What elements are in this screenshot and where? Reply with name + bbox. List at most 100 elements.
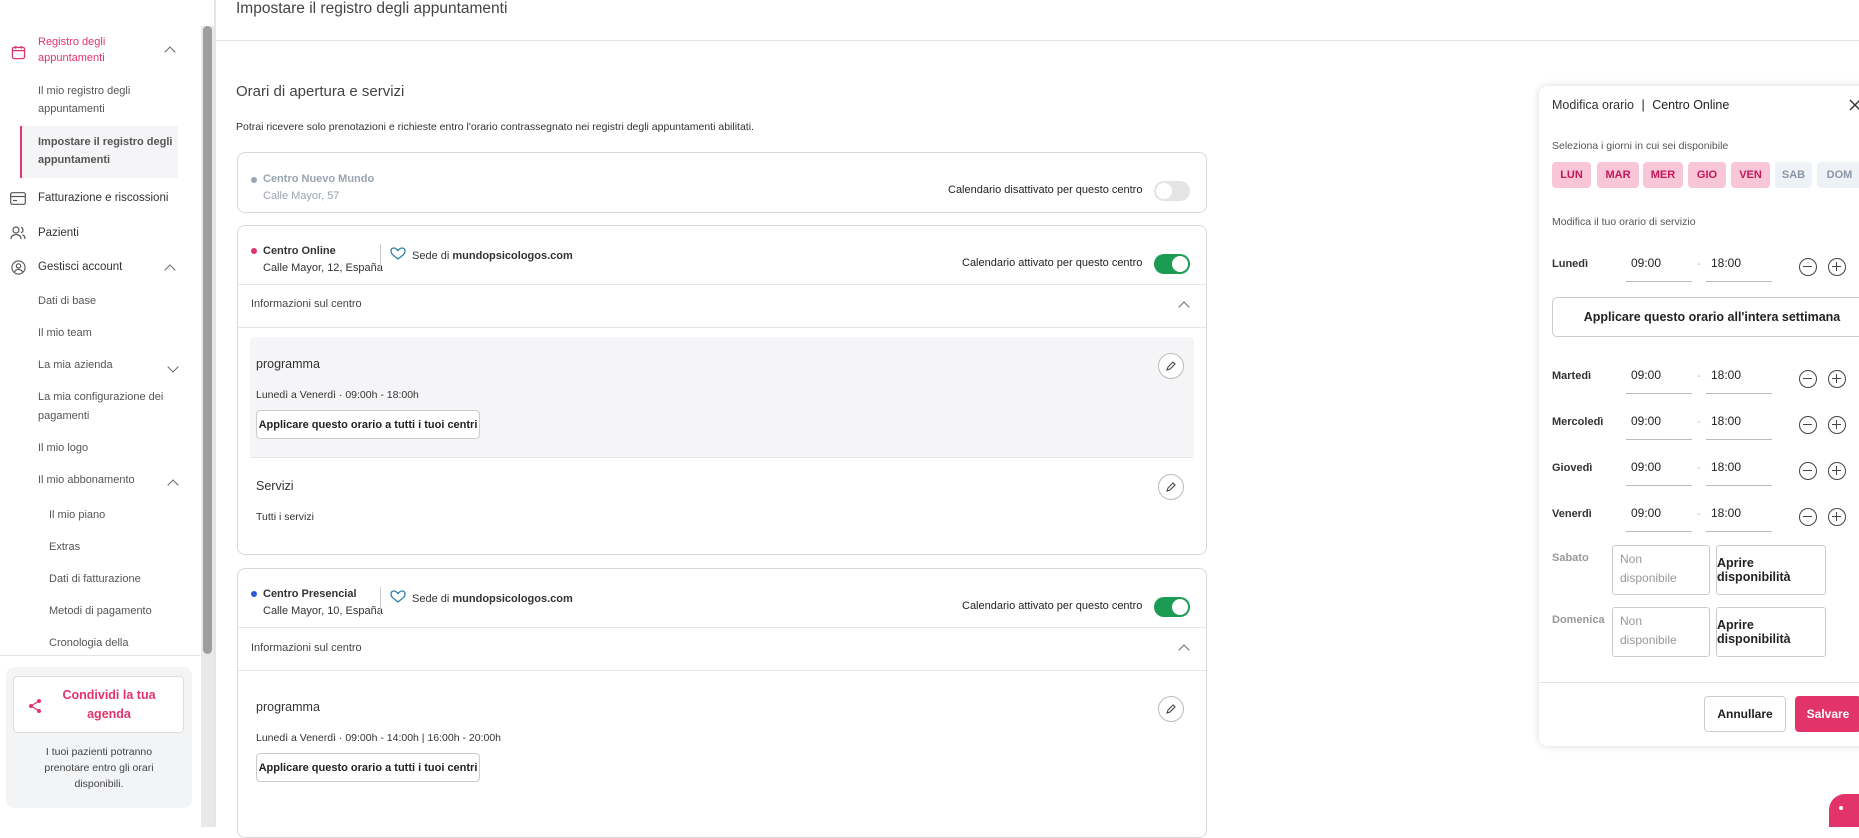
- sidebar-item-dati-fatturazione[interactable]: Dati di fatturazione: [49, 573, 141, 585]
- sidebar-item-extras[interactable]: Extras: [49, 541, 80, 553]
- sidebar-item-team[interactable]: Il mio team: [38, 324, 92, 343]
- save-button[interactable]: Salvare: [1795, 696, 1859, 732]
- sidebar-item-azienda[interactable]: La mia azienda: [38, 356, 113, 375]
- sidebar-item-impostare[interactable]: Impostare il registro degli appuntamenti: [38, 133, 172, 169]
- apply-week-button[interactable]: Applicare questo orario all'intera setti…: [1552, 297, 1859, 337]
- time-from-input[interactable]: 09:00: [1626, 408, 1692, 440]
- sidebar: Registro degli appuntamenti Il mio regis…: [0, 0, 200, 827]
- edit-button[interactable]: [1158, 696, 1184, 722]
- not-available-text: Non: [1620, 552, 1643, 566]
- apply-all-centers-button[interactable]: Applicare questo orario a tutti i tuoi c…: [256, 410, 480, 439]
- chat-widget-button[interactable]: [1829, 794, 1859, 827]
- share-agenda-button[interactable]: Condividi la tua agenda: [13, 676, 184, 733]
- sidebar-item-label: Gestisci account: [38, 260, 123, 273]
- chevron-down-icon[interactable]: [167, 361, 179, 373]
- time-to-input[interactable]: 18:00: [1706, 408, 1772, 440]
- programma-title: programma: [256, 357, 320, 371]
- apply-all-centers-button[interactable]: Applicare questo orario a tutti i tuoi c…: [256, 753, 480, 782]
- cancel-button[interactable]: Annullare: [1704, 696, 1786, 732]
- remove-circle-icon[interactable]: [1799, 370, 1817, 388]
- panel-title-text: Modifica orario: [1552, 98, 1634, 112]
- day-chip-sab[interactable]: SAB: [1775, 162, 1812, 188]
- time-to-input[interactable]: 18:00: [1706, 454, 1772, 486]
- status-dot: [251, 177, 257, 183]
- day-chip-mar[interactable]: MAR: [1597, 162, 1639, 188]
- status-dot: [251, 248, 257, 254]
- add-circle-icon[interactable]: [1828, 370, 1846, 388]
- calendar-toggle[interactable]: [1154, 181, 1190, 201]
- sidebar-item-label: appuntamenti: [38, 154, 111, 166]
- sidebar-item-pazienti[interactable]: Pazienti: [0, 223, 190, 243]
- programma-hours: Lunedì a Venerdì · 09:00h - 18:00h: [256, 389, 419, 401]
- share-label: Condividi la tua: [62, 688, 156, 702]
- remove-circle-icon[interactable]: [1799, 258, 1817, 276]
- close-icon[interactable]: [1849, 99, 1859, 114]
- time-to-input[interactable]: 18:00: [1706, 362, 1772, 394]
- sidebar-item-logo[interactable]: Il mio logo: [38, 439, 88, 458]
- remove-circle-icon[interactable]: [1799, 416, 1817, 434]
- sede-prefix: Sede di: [412, 593, 453, 605]
- time-separator: -: [1697, 508, 1701, 520]
- sidebar-item-gestisci[interactable]: Gestisci account: [0, 257, 190, 277]
- edit-button[interactable]: [1158, 474, 1184, 500]
- day-label: Venerdì: [1552, 508, 1592, 520]
- servizi-title: Servizi: [256, 479, 294, 493]
- day-chip-ven[interactable]: VEN: [1731, 162, 1770, 188]
- add-circle-icon[interactable]: [1828, 508, 1846, 526]
- center-name: Centro Nuevo Mundo: [263, 173, 375, 185]
- chevron-up-icon[interactable]: [1178, 301, 1190, 313]
- sidebar-item-label: La mia configurazione dei: [38, 391, 164, 403]
- calendar-toggle[interactable]: [1154, 254, 1190, 274]
- sidebar-item-dati-base[interactable]: Dati di base: [38, 292, 96, 311]
- day-label: Lunedì: [1552, 258, 1589, 270]
- open-availability-button[interactable]: Aprire disponibilità: [1716, 607, 1826, 657]
- divider: [1539, 682, 1859, 683]
- remove-circle-icon[interactable]: [1799, 508, 1817, 526]
- time-from-input[interactable]: 09:00: [1626, 250, 1692, 282]
- pencil-icon: [1166, 361, 1176, 371]
- sidebar-item-piano[interactable]: Il mio piano: [49, 509, 105, 521]
- programma-title: programma: [256, 700, 320, 714]
- status-dot: [251, 591, 257, 597]
- time-from-input[interactable]: 09:00: [1626, 362, 1692, 394]
- add-circle-icon[interactable]: [1828, 462, 1846, 480]
- time-separator: -: [1697, 462, 1701, 474]
- sidebar-item-mio-registro[interactable]: Il mio registro degli appuntamenti: [38, 82, 130, 118]
- open-availability-button[interactable]: Aprire disponibilità: [1716, 545, 1826, 595]
- butterfly-logo-icon: [390, 247, 406, 264]
- sidebar-item-metodi[interactable]: Metodi di pagamento: [49, 605, 152, 617]
- calendar-status: Calendario attivato per questo centro: [962, 257, 1143, 269]
- day-chip-gio[interactable]: GIO: [1688, 162, 1726, 188]
- calendar-toggle[interactable]: [1154, 597, 1190, 617]
- pencil-icon: [1166, 704, 1176, 714]
- section-description: Potrai ricevere solo prenotazioni e rich…: [236, 121, 754, 133]
- hours-value: 09:00h - 18:00h: [345, 389, 419, 401]
- time-from-input[interactable]: 09:00: [1626, 454, 1692, 486]
- sidebar-item-registro[interactable]: Registro degli appuntamenti: [0, 34, 190, 70]
- not-available-field: Non disponibile: [1612, 545, 1710, 595]
- add-circle-icon[interactable]: [1828, 416, 1846, 434]
- edit-button[interactable]: [1158, 353, 1184, 379]
- panel-title: Modifica orario | Centro Online: [1552, 98, 1729, 112]
- chevron-up-icon[interactable]: [167, 479, 179, 491]
- time-to-input[interactable]: 18:00: [1706, 500, 1772, 532]
- sidebar-item-config-pagamenti[interactable]: La mia configurazione dei pagamenti: [38, 388, 163, 426]
- day-chip-mer[interactable]: MER: [1643, 162, 1683, 188]
- scrollbar-thumb[interactable]: [203, 26, 212, 654]
- time-separator: -: [1697, 416, 1701, 428]
- sidebar-item-fatturazione[interactable]: Fatturazione e riscossioni: [0, 188, 190, 208]
- sede-label: Sede di mundopsicologos.com: [412, 250, 573, 262]
- sidebar-item-cronologia[interactable]: Cronologia della: [49, 637, 129, 649]
- sede-site: mundopsicologos.com: [452, 593, 573, 605]
- sede-label: Sede di mundopsicologos.com: [412, 593, 573, 605]
- chevron-up-icon[interactable]: [1178, 644, 1190, 656]
- info-label: Informazioni sul centro: [251, 642, 362, 654]
- remove-circle-icon[interactable]: [1799, 462, 1817, 480]
- day-chip-dom[interactable]: DOM: [1817, 162, 1859, 188]
- sidebar-item-label: Impostare il registro degli: [38, 136, 173, 148]
- day-chip-lun[interactable]: LUN: [1552, 162, 1591, 188]
- time-to-input[interactable]: 18:00: [1706, 250, 1772, 282]
- sidebar-item-abbonamento[interactable]: Il mio abbonamento: [38, 471, 135, 490]
- time-from-input[interactable]: 09:00: [1626, 500, 1692, 532]
- add-circle-icon[interactable]: [1828, 258, 1846, 276]
